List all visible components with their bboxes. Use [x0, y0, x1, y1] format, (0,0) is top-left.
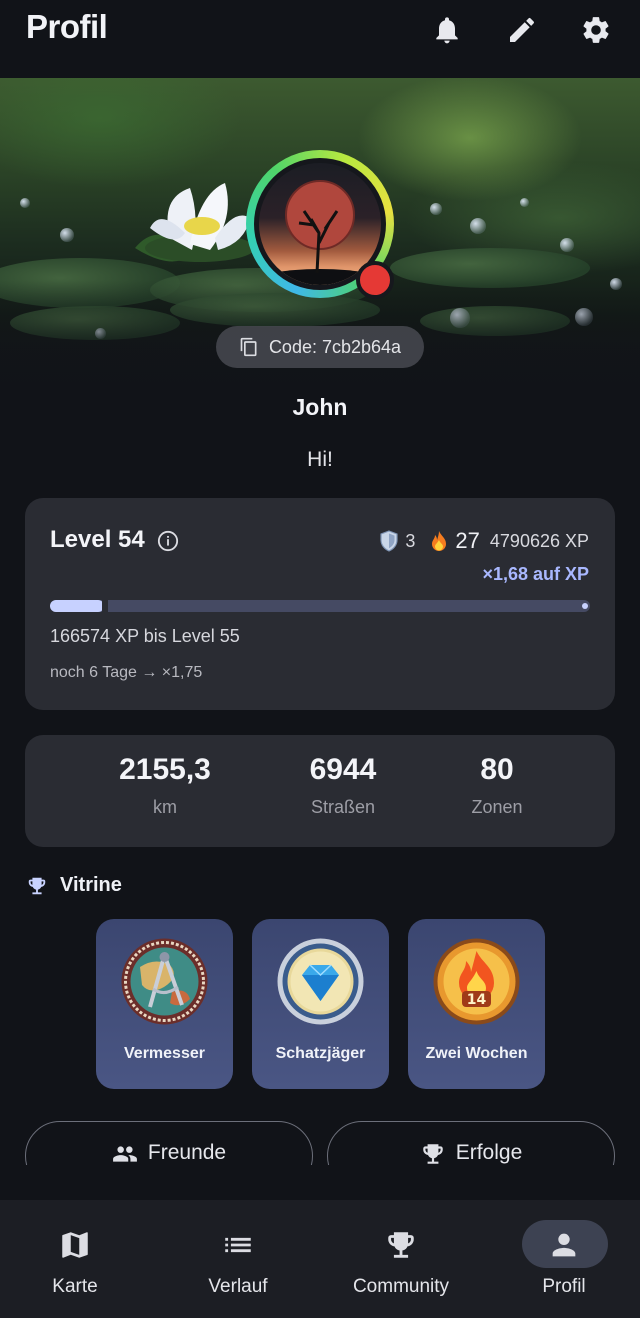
- shield-count: 3: [405, 530, 416, 551]
- flame-icon: [432, 531, 447, 551]
- showcase-header: Vitrine: [26, 874, 122, 897]
- boost-note: noch 6 Tage → ×1,75: [50, 664, 203, 681]
- level-card: Level 54 3 27 4790626 XP ×1,68 auf XP 16…: [25, 498, 615, 710]
- page-title: Profil: [26, 8, 108, 45]
- level-progress-bar: [50, 600, 590, 612]
- stat-label: km: [153, 797, 177, 817]
- badge-label: Schatzjäger: [275, 1045, 366, 1062]
- copy-icon: [240, 337, 257, 357]
- badge-label: Vermesser: [124, 1045, 205, 1062]
- compass-medal-icon: [121, 938, 208, 1025]
- bell-icon: [436, 17, 458, 44]
- nav-item-map[interactable]: Karte: [0, 1200, 155, 1318]
- top-app-bar: Profil: [0, 0, 640, 78]
- shield-icon: [380, 530, 399, 552]
- nav-item-history[interactable]: Verlauf: [158, 1200, 318, 1318]
- stat-value: 6944: [309, 753, 377, 786]
- nav-label: Karte: [52, 1276, 98, 1297]
- stat-value: 80: [480, 753, 514, 786]
- bottom-navigation: Karte Verlauf Community Profil: [0, 1200, 640, 1318]
- info-icon[interactable]: [157, 530, 179, 552]
- stat-streets: 6944 Straßen: [253, 753, 433, 818]
- stat-zones: 80 Zonen: [407, 753, 587, 818]
- list-icon: [225, 1237, 251, 1253]
- xp-total: 4790626 XP: [489, 530, 589, 551]
- friends-button[interactable]: Freunde: [25, 1121, 313, 1165]
- badge-label: Zwei Wochen: [425, 1045, 528, 1062]
- water-lily-image: [135, 183, 255, 262]
- flame-14-medal-icon: 14: [433, 938, 520, 1025]
- people-icon: [112, 1146, 137, 1162]
- code-label: Code: 7cb2b64a: [268, 336, 402, 357]
- nav-label: Community: [352, 1276, 450, 1297]
- stat-label: Straßen: [310, 797, 376, 817]
- person-icon: [552, 1233, 576, 1257]
- showcase-title: Vitrine: [60, 874, 122, 896]
- stat-distance: 2155,3 km: [75, 753, 255, 818]
- gear-icon: [583, 17, 609, 43]
- copy-code-button[interactable]: Code: 7cb2b64a: [216, 326, 424, 368]
- level-stats: 3 27 4790626 XP: [379, 528, 589, 554]
- badge-surveyor[interactable]: Vermesser: [96, 919, 233, 1089]
- stats-card: 2155,3 km 6944 Straßen 80 Zonen: [25, 735, 615, 847]
- nav-item-community[interactable]: Community: [321, 1200, 481, 1318]
- username: John: [292, 394, 348, 420]
- achievements-label: Erfolge: [455, 1141, 523, 1164]
- badge-treasure-hunter[interactable]: Schatzjäger: [252, 919, 389, 1089]
- trophy-icon: [422, 1144, 443, 1164]
- map-icon: [62, 1232, 88, 1258]
- xp-multiplier: ×1,68 auf XP: [482, 564, 589, 584]
- action-buttons-row: Freunde Erfolge: [0, 1115, 640, 1165]
- bio: Hi!: [307, 448, 333, 471]
- online-status-indicator: [356, 261, 394, 299]
- notifications-button[interactable]: [427, 10, 467, 50]
- stat-value: 2155,3: [119, 753, 211, 786]
- nav-label: Verlauf: [208, 1276, 268, 1297]
- trophy-icon: [28, 877, 46, 894]
- diamond-medal-icon: [277, 938, 364, 1025]
- level-title: Level 54: [50, 526, 145, 553]
- stat-label: Zonen: [471, 797, 523, 817]
- level-progress-fill: [50, 600, 104, 612]
- pencil-icon: [510, 17, 534, 42]
- edit-profile-button[interactable]: [502, 10, 542, 50]
- svg-text:14: 14: [467, 992, 487, 1008]
- achievements-button[interactable]: Erfolge: [327, 1121, 615, 1165]
- streak-count: 27: [455, 528, 480, 553]
- nav-label: Profil: [542, 1276, 586, 1297]
- trophy-icon: [388, 1232, 414, 1258]
- friends-label: Freunde: [147, 1141, 227, 1164]
- nav-item-profile[interactable]: Profil: [484, 1200, 640, 1318]
- badge-two-weeks[interactable]: 14 Zwei Wochen: [408, 919, 545, 1089]
- xp-to-next-level: 166574 XP bis Level 55: [50, 626, 240, 646]
- settings-button[interactable]: [576, 10, 616, 50]
